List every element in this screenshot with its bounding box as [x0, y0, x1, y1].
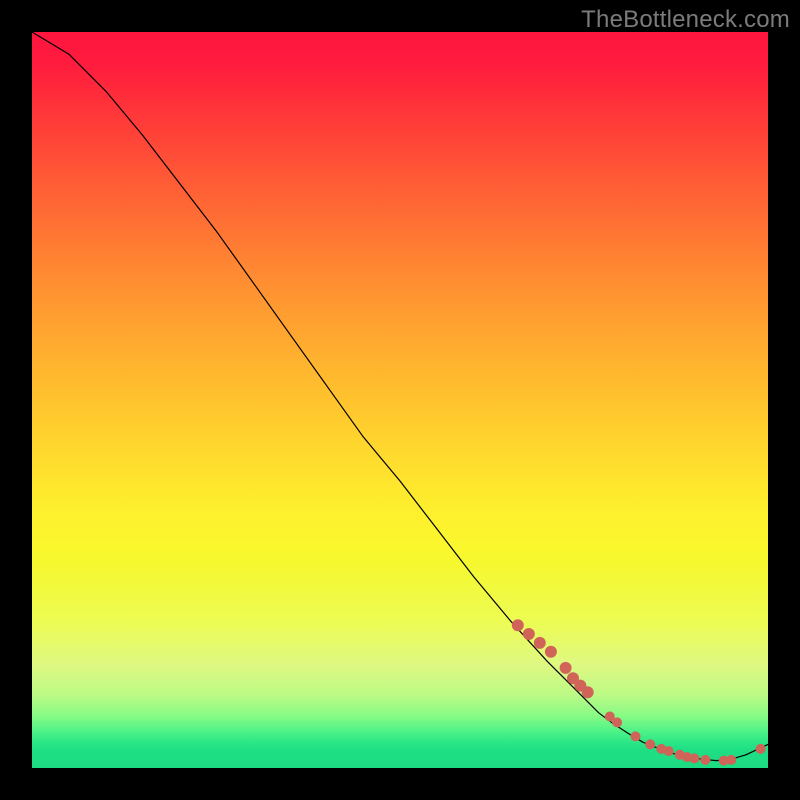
watermark-text: TheBottleneck.com [581, 6, 790, 34]
data-marker [645, 739, 655, 749]
data-marker [534, 637, 546, 649]
data-marker [560, 662, 572, 674]
data-marker [664, 746, 674, 756]
data-marker [567, 672, 579, 684]
data-marker [682, 752, 692, 762]
data-marker [545, 646, 557, 658]
data-marker [719, 756, 729, 766]
data-marker [582, 686, 594, 698]
data-marker [605, 712, 615, 722]
chart-svg [32, 32, 768, 768]
data-marker [700, 755, 710, 765]
data-marker [756, 744, 766, 754]
data-marker [574, 680, 586, 692]
data-marker [656, 744, 666, 754]
chart-stage: TheBottleneck.com [0, 0, 800, 800]
data-marker [631, 731, 641, 741]
data-marker [523, 628, 535, 640]
plot-area [32, 32, 768, 768]
data-marker [612, 717, 622, 727]
curve-line [32, 32, 768, 761]
data-marker [675, 750, 685, 760]
data-marker [689, 753, 699, 763]
data-marker [726, 755, 736, 765]
marker-group [512, 619, 766, 765]
data-marker [512, 619, 524, 631]
